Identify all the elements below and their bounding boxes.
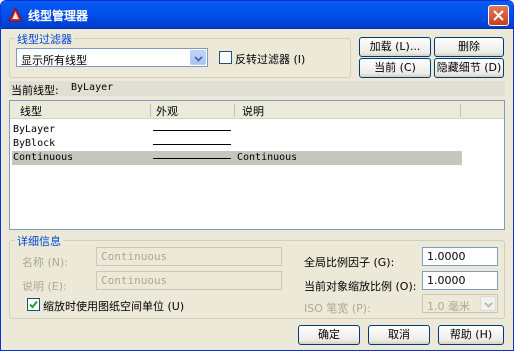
linetype-appearance (153, 144, 231, 145)
description-label: 说明 (E): (22, 280, 67, 293)
column-separator[interactable] (150, 104, 151, 117)
delete-button[interactable]: 删除 (434, 37, 504, 57)
close-icon (493, 10, 504, 21)
filter-select-value: 显示所有线型 (21, 54, 87, 67)
chevron-down-icon (484, 302, 493, 308)
name-field[interactable]: Continuous (96, 247, 282, 266)
paperspace-units-checkbox[interactable] (27, 298, 40, 311)
title-bar: 线型管理器 (1, 1, 513, 29)
iso-pen-dropdown-arrow[interactable] (480, 296, 496, 311)
cancel-button[interactable]: 取消 (368, 325, 430, 345)
linetype-description: Continuous (237, 152, 298, 163)
description-field[interactable]: Continuous (96, 271, 282, 290)
linetype-name: ByBlock (13, 138, 56, 149)
paperspace-units-label[interactable]: 缩放时使用图纸空间单位 (U) (43, 298, 184, 314)
linetype-name: ByLayer (13, 124, 56, 135)
name-label: 名称 (N): (22, 256, 69, 269)
set-current-button[interactable]: 当前 (C) (359, 58, 431, 78)
close-button[interactable] (488, 5, 509, 26)
linetype-manager-dialog: 线型管理器 线型过滤器 显示所有线型 反转过滤器 (I) 加载 (L)... 删… (0, 0, 514, 351)
chevron-down-icon (194, 56, 203, 62)
list-item[interactable]: ByBlock (12, 137, 462, 151)
linetype-appearance (153, 158, 231, 159)
load-button[interactable]: 加载 (L)... (359, 37, 431, 57)
invert-filter-checkbox[interactable] (219, 51, 232, 64)
checkmark-icon (29, 300, 38, 309)
invert-filter-label[interactable]: 反转过滤器 (I) (235, 51, 305, 67)
list-header: 线型 外观 说明 (10, 101, 504, 119)
global-scale-label: 全局比例因子 (G): (304, 256, 395, 269)
details-group-label: 详细信息 (15, 233, 63, 249)
column-header-linetype[interactable]: 线型 (20, 103, 42, 119)
help-button[interactable]: 帮助 (H) (438, 325, 504, 345)
list-item-selected[interactable]: Continuous Continuous (12, 151, 462, 165)
filter-select[interactable]: 显示所有线型 (16, 48, 208, 67)
linetype-appearance (153, 130, 231, 131)
object-scale-input[interactable]: 1.0000 (422, 271, 498, 290)
iso-pen-width-select[interactable]: 1.0 毫米 (422, 294, 498, 313)
iso-pen-width-label: ISO 笔宽 (P): (304, 302, 371, 315)
global-scale-input[interactable]: 1.0000 (422, 247, 498, 266)
linetype-name: Continuous (13, 152, 74, 163)
filter-group-label: 线型过滤器 (15, 31, 74, 47)
current-linetype-bar: 当前线型: ByLayer (9, 81, 505, 97)
hide-details-button[interactable]: 隐藏细节 (D) (434, 58, 504, 78)
current-linetype-value: ByLayer (71, 82, 114, 93)
object-scale-label: 当前对象缩放比例 (O): (304, 280, 417, 293)
column-header-description[interactable]: 说明 (242, 103, 264, 119)
current-linetype-label: 当前线型: (11, 84, 59, 97)
ok-button[interactable]: 确定 (298, 325, 360, 345)
autocad-app-icon (8, 7, 23, 22)
iso-pen-width-value: 1.0 毫米 (427, 300, 470, 313)
linetype-list[interactable]: 线型 外观 说明 ByLayer ByBlock Continuous Cont… (9, 100, 505, 230)
column-separator[interactable] (460, 104, 461, 117)
window-title: 线型管理器 (28, 9, 89, 23)
column-separator[interactable] (234, 104, 235, 117)
list-item[interactable]: ByLayer (12, 123, 462, 137)
filter-dropdown-arrow[interactable] (190, 50, 206, 65)
column-header-appearance[interactable]: 外观 (156, 103, 178, 119)
